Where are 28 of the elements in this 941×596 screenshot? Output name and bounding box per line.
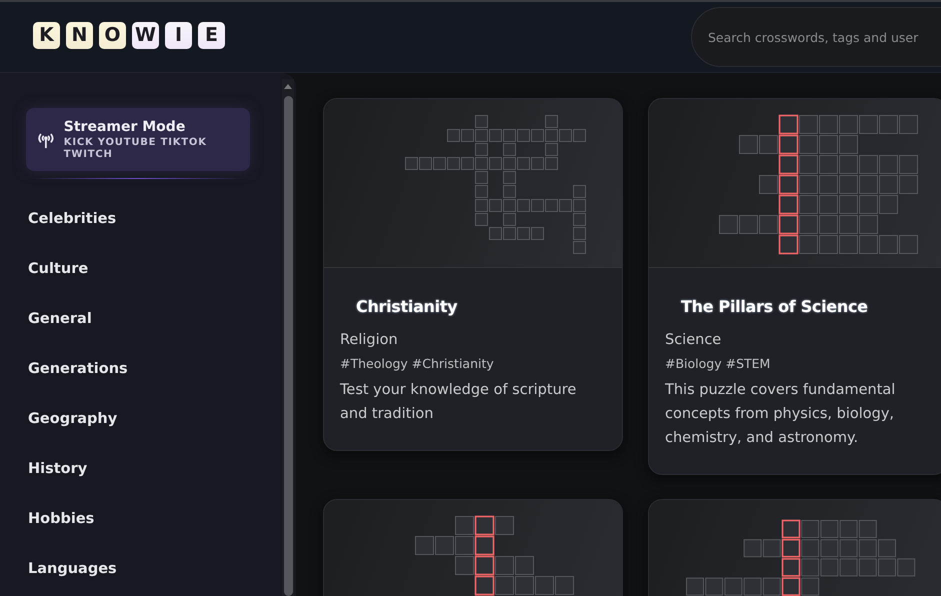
crossword-card[interactable]: The Pillars of Science Science #Biology #STEM This puzzle covers fundamental concepts from physics, biology, chemistry, and astronomy. — [648, 98, 941, 475]
category-link[interactable]: General — [28, 310, 282, 360]
crossword-card[interactable]: Christianity Religion #Theology #Christianity Test your knowledge of scripture and tradition — [323, 98, 623, 451]
scrollbar[interactable] — [282, 79, 294, 596]
category-link[interactable]: History — [28, 460, 282, 510]
category-link[interactable]: Culture — [28, 260, 282, 310]
tags-text: #Biology #STEM — [665, 356, 772, 371]
category-label: Religion — [340, 332, 399, 348]
category-link[interactable]: Languages — [28, 560, 282, 596]
logo-letter-tile: E — [198, 22, 225, 48]
card-title: Christianity — [356, 297, 458, 316]
logo-letter-tile: W — [132, 22, 159, 48]
streamer-mode-button[interactable]: Streamer Mode KICK YOUTUBE TIKTOK TWITCH — [26, 108, 250, 171]
logo-letter-tile: O — [99, 22, 126, 48]
category-link[interactable]: Hobbies — [28, 510, 282, 560]
search-field[interactable]: Search crosswords, tags and user — [691, 7, 941, 67]
category-label: Science — [665, 332, 722, 348]
category-link[interactable]: Geography — [28, 410, 282, 460]
logo-letter-tile: I — [165, 22, 192, 48]
card-description: Test your knowledge of scripture and tradition — [340, 381, 578, 424]
logo-letter-tile: K — [33, 22, 60, 48]
card-description: This puzzle covers fundamental concepts from physics, biology, chemistry, and astronomy. — [665, 381, 896, 448]
tags-text: #Theology #Christianity — [340, 356, 495, 371]
card-title: The Pillars of Science — [681, 297, 869, 316]
category-link[interactable]: Celebrities — [28, 210, 282, 260]
category-link[interactable]: Generations — [28, 360, 282, 410]
logo-letter-tile: N — [66, 22, 93, 48]
scroll-up-arrow-icon[interactable] — [284, 83, 292, 89]
